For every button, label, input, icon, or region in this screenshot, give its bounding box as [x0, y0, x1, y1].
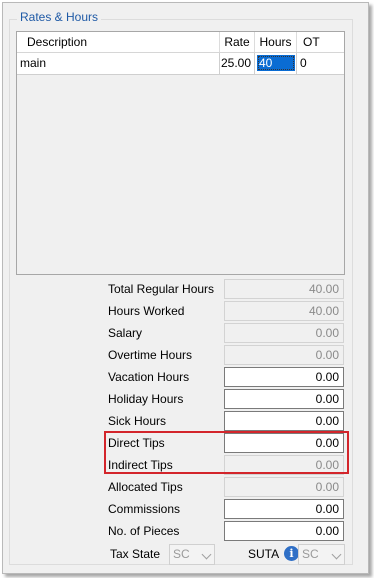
input-hours-worked: 40.00	[224, 301, 344, 321]
chevron-down-icon	[201, 549, 212, 560]
field-row-total-regular-hours: Total Regular Hours 40.00	[0, 279, 374, 301]
field-row-no-of-pieces: No. of Pieces 0.00	[0, 521, 374, 543]
label-commissions: Commissions	[108, 502, 181, 516]
input-allocated-tips: 0.00	[224, 477, 344, 497]
label-overtime-hours: Overtime Hours	[108, 348, 193, 362]
label-holiday-hours: Holiday Hours	[108, 392, 184, 406]
input-vacation-hours[interactable]: 0.00	[224, 367, 344, 387]
input-commissions[interactable]: 0.00	[224, 499, 344, 519]
label-vacation-hours: Vacation Hours	[108, 370, 190, 384]
input-sick-hours[interactable]: 0.00	[224, 411, 344, 431]
cell-hours[interactable]: 40	[255, 53, 297, 74]
column-header-ot[interactable]: OT	[297, 32, 344, 52]
label-salary: Salary	[108, 326, 143, 340]
tips-highlight-box	[104, 431, 349, 474]
input-no-of-pieces[interactable]: 0.00	[224, 521, 344, 541]
column-header-description[interactable]: Description	[17, 32, 220, 52]
column-header-hours[interactable]: Hours	[255, 32, 297, 52]
group-title: Rates & Hours	[17, 10, 102, 24]
input-holiday-hours[interactable]: 0.00	[224, 389, 344, 409]
label-sick-hours: Sick Hours	[108, 414, 167, 428]
field-row-sick-hours: Sick Hours 0.00	[0, 411, 374, 433]
input-salary: 0.00	[224, 323, 344, 343]
info-icon[interactable]: i	[284, 546, 299, 561]
column-header-rate[interactable]: Rate	[220, 32, 255, 52]
label-hours-worked: Hours Worked	[108, 304, 185, 318]
label-total-regular-hours: Total Regular Hours	[108, 282, 215, 296]
cell-hours-value[interactable]: 40	[257, 55, 295, 71]
field-row-holiday-hours: Holiday Hours 0.00	[0, 389, 374, 411]
field-row-hours-worked: Hours Worked 40.00	[0, 301, 374, 323]
label-allocated-tips: Allocated Tips	[108, 480, 183, 494]
grid-header: Description Rate Hours OT	[17, 32, 344, 53]
table-row[interactable]: main 25.00 40 0	[17, 53, 344, 75]
suta-value: SC	[302, 547, 319, 561]
suta-select[interactable]: SC	[298, 544, 345, 565]
rates-grid[interactable]: Description Rate Hours OT main 25.00 40 …	[16, 31, 345, 275]
cell-rate[interactable]: 25.00	[220, 53, 255, 74]
cell-ot[interactable]: 0	[297, 53, 344, 74]
field-row-salary: Salary 0.00	[0, 323, 374, 345]
cell-description[interactable]: main	[17, 53, 220, 74]
input-total-regular-hours: 40.00	[224, 279, 344, 299]
field-row-overtime-hours: Overtime Hours 0.00	[0, 345, 374, 367]
field-row-allocated-tips: Allocated Tips 0.00	[0, 477, 374, 499]
label-no-of-pieces: No. of Pieces	[108, 524, 180, 538]
tax-state-value: SC	[173, 547, 190, 561]
field-row-vacation-hours: Vacation Hours 0.00	[0, 367, 374, 389]
input-overtime-hours: 0.00	[224, 345, 344, 365]
chevron-down-icon	[331, 549, 342, 560]
label-suta: SUTA	[248, 547, 280, 561]
label-tax-state: Tax State	[110, 547, 161, 561]
tax-state-select[interactable]: SC	[169, 544, 215, 565]
field-row-commissions: Commissions 0.00	[0, 499, 374, 521]
